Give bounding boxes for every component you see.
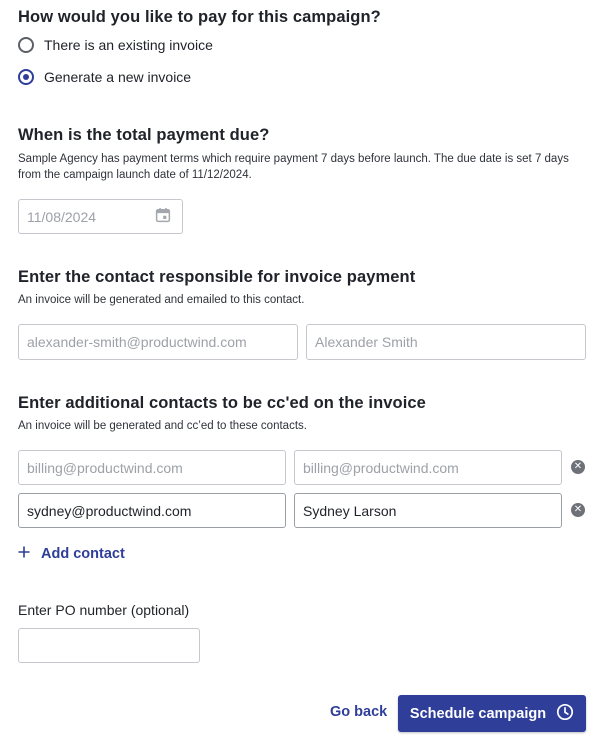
add-contact-label: Add contact [41, 546, 125, 562]
po-label: Enter PO number (optional) [18, 602, 190, 618]
contact-name-placeholder: Alexander Smith [315, 334, 418, 350]
schedule-campaign-label: Schedule campaign [409, 705, 547, 722]
plus-icon [18, 545, 30, 563]
radio-label: There is an existing invoice [44, 37, 213, 53]
radio-new-invoice[interactable]: Generate a new invoice [18, 66, 191, 88]
schedule-campaign-button[interactable]: Schedule campaign [398, 695, 586, 732]
cc-name-input[interactable]: billing@productwind.com [294, 450, 562, 485]
cc-heading: Enter additional contacts to be cc'ed on… [18, 394, 426, 412]
contact-name-input[interactable]: Alexander Smith [306, 324, 586, 360]
cc-email-input[interactable]: billing@productwind.com [18, 450, 286, 485]
add-contact-button[interactable]: Add contact [18, 545, 125, 563]
cc-email-input[interactable]: sydney@productwind.com [18, 493, 286, 528]
cc-name-input[interactable]: Sydney Larson [294, 493, 562, 528]
payment-heading: How would you like to pay for this campa… [18, 8, 381, 26]
calendar-icon[interactable] [154, 206, 172, 227]
due-date-description: Sample Agency has payment terms which re… [18, 153, 569, 181]
go-back-button[interactable]: Go back [330, 704, 387, 720]
radio-button[interactable] [18, 37, 34, 53]
po-number-input[interactable] [18, 628, 200, 663]
radio-existing-invoice[interactable]: There is an existing invoice [18, 34, 213, 56]
radio-button-selected[interactable] [18, 69, 34, 85]
contact-heading: Enter the contact responsible for invoic… [18, 268, 416, 286]
contact-email-placeholder: alexander-smith@productwind.com [27, 334, 247, 350]
cc-email-placeholder: billing@productwind.com [27, 459, 183, 476]
cc-email-value: sydney@productwind.com [27, 502, 192, 519]
contact-email-input[interactable]: alexander-smith@productwind.com [18, 324, 298, 360]
cc-name-value: Sydney Larson [303, 502, 397, 519]
due-date-value: 11/08/2024 [27, 208, 97, 225]
close-circle-icon[interactable]: ✕ [571, 503, 585, 517]
due-date-field[interactable]: 11/08/2024 [18, 199, 183, 234]
close-circle-icon[interactable]: ✕ [571, 460, 585, 474]
due-date-heading: When is the total payment due? [18, 126, 270, 144]
cc-description: An invoice will be generated and cc’ed t… [18, 420, 307, 432]
contact-description: An invoice will be generated and emailed… [18, 294, 305, 306]
cc-name-placeholder: billing@productwind.com [303, 459, 459, 476]
clock-icon [556, 703, 574, 725]
radio-label: Generate a new invoice [44, 69, 192, 85]
